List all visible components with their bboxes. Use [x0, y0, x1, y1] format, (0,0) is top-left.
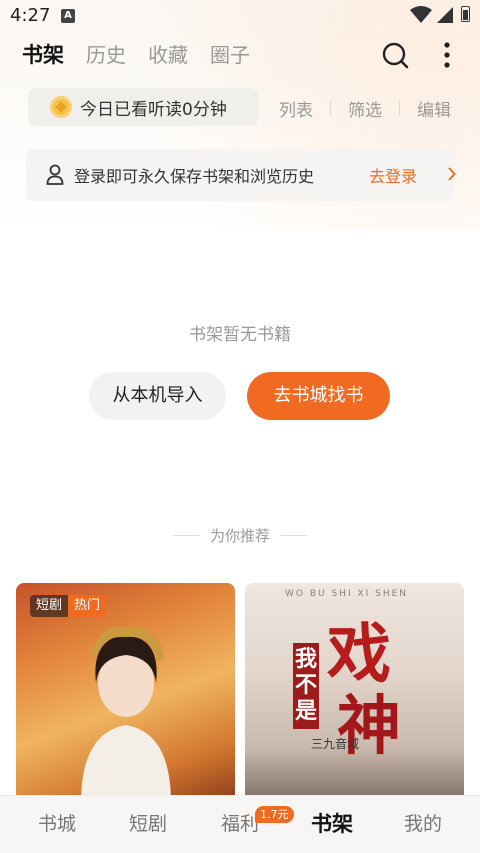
divider	[399, 100, 400, 116]
find-books-button[interactable]: 去书城找书	[247, 372, 390, 420]
cover-top-text: WO BU SHI XI SHEN	[285, 589, 409, 599]
notification-a-icon: A	[61, 9, 75, 23]
import-local-button[interactable]: 从本机导入	[89, 372, 226, 420]
nav-mine[interactable]: 我的	[383, 796, 463, 853]
edit-button[interactable]: 编辑	[404, 96, 464, 121]
card-tags: 短剧 热门	[30, 595, 107, 617]
cover-illustration	[81, 626, 171, 803]
tab-favorites[interactable]: 收藏	[148, 40, 188, 70]
empty-shelf-message: 书架暂无书籍	[189, 325, 291, 345]
tag-short-drama: 短剧	[30, 595, 69, 617]
nav-bookstore[interactable]: 书城	[17, 796, 97, 853]
login-banner[interactable]: 登录即可永久保存书架和浏览历史 去登录	[26, 149, 456, 201]
coin-icon	[50, 96, 72, 118]
reading-time-pill[interactable]: 今日已看听读0分钟	[28, 88, 258, 126]
top-tab-bar: 书架 历史 收藏 圈子	[22, 38, 272, 70]
recommend-title: 为你推荐	[209, 527, 270, 545]
reading-time-text: 今日已看听读0分钟	[80, 99, 227, 120]
chevron-right-icon	[448, 167, 456, 181]
nav-welfare[interactable]: 福利	[200, 796, 280, 853]
tag-hot: 热门	[68, 595, 107, 617]
cover-title-char: 神	[337, 689, 401, 764]
bottom-nav: 书城 短剧 福利 书架 我的	[0, 795, 480, 853]
divider	[281, 535, 307, 536]
search-icon[interactable]	[380, 40, 410, 70]
filter-button[interactable]: 筛选	[335, 96, 395, 121]
status-bar: 4:27 A	[0, 0, 480, 32]
signal-icon	[437, 7, 453, 23]
welfare-badge: 1.7元	[255, 806, 294, 823]
status-time: 4:27	[10, 5, 51, 26]
tab-bookshelf[interactable]: 书架	[22, 40, 64, 70]
nav-short-drama[interactable]: 短剧	[108, 796, 188, 853]
nav-bookshelf[interactable]: 书架	[292, 796, 372, 853]
user-icon	[46, 164, 64, 185]
wifi-icon	[410, 6, 432, 23]
battery-icon	[461, 6, 470, 22]
divider	[330, 100, 331, 116]
tab-circle[interactable]: 圈子	[210, 40, 250, 70]
tab-history[interactable]: 历史	[86, 40, 126, 70]
recommend-card[interactable]: 短剧 热门	[16, 583, 235, 803]
cover-publisher: 三九音域	[311, 737, 360, 751]
more-icon[interactable]	[436, 40, 458, 70]
shelf-toolbar: 列表 筛选 编辑	[266, 94, 464, 122]
login-link[interactable]: 去登录	[369, 163, 417, 187]
recommend-card[interactable]: WO BU SHI XI SHEN 戏 神 我不是 三九音域	[245, 583, 464, 803]
cover-subtitle: 我不是	[293, 643, 319, 729]
login-prompt-text: 登录即可永久保存书架和浏览历史	[74, 167, 315, 186]
list-view-button[interactable]: 列表	[266, 96, 326, 121]
